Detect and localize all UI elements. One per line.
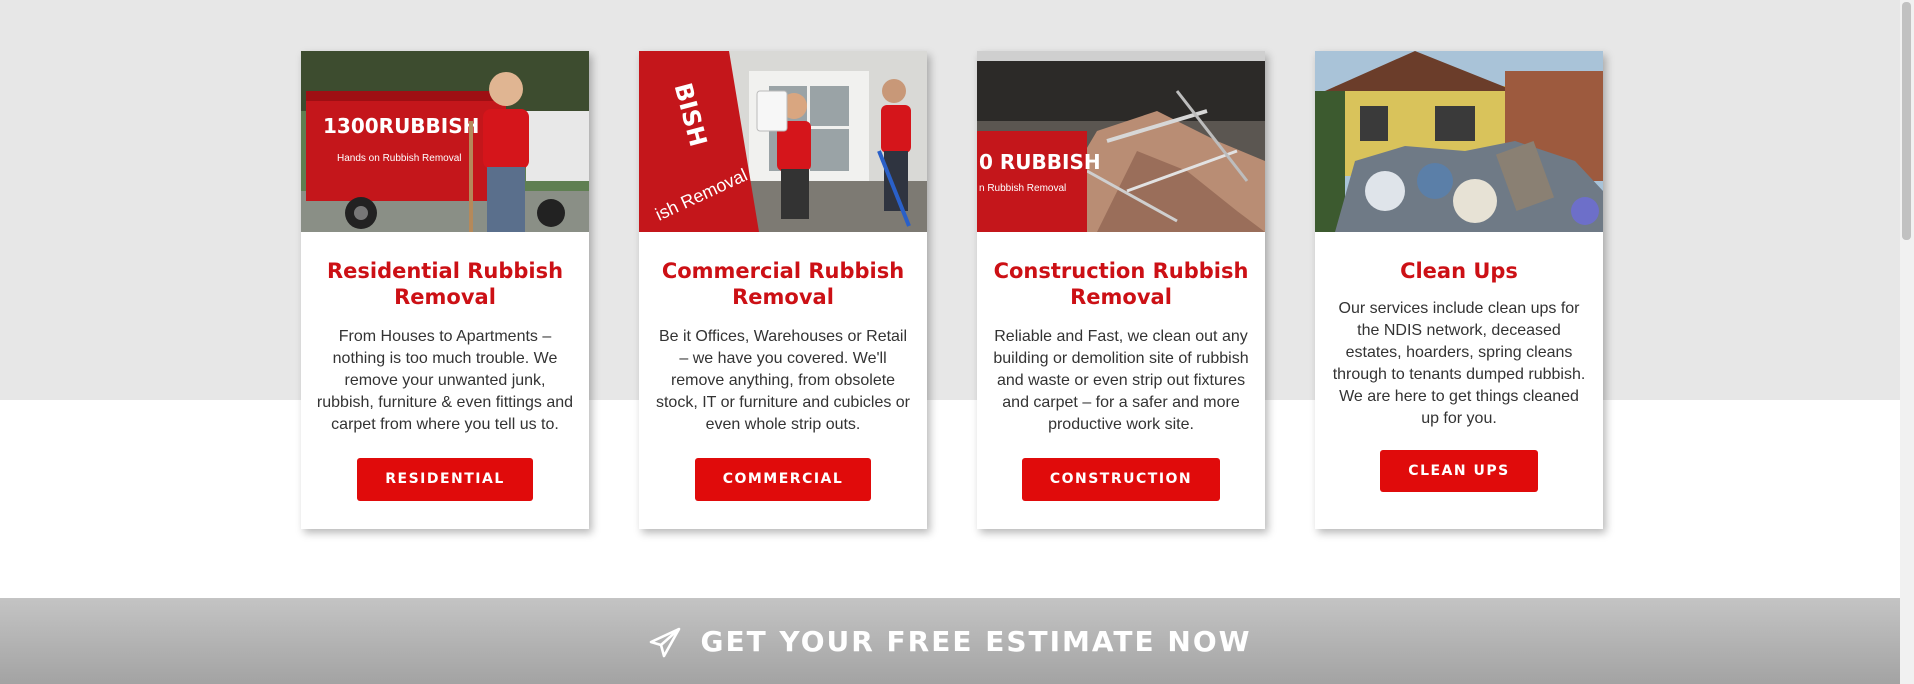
construction-description: Reliable and Fast, we clean out any buil… [993,328,1249,433]
scrollbar-thumb[interactable] [1902,2,1911,240]
clean-ups-title: Clean Ups [1400,259,1518,283]
white-background-band [0,400,1900,598]
services-section: 1300RUBBISH Hands on Rubbish Removal Res… [0,0,1914,684]
residential-card: 1300RUBBISH Hands on Rubbish Removal Res… [301,51,589,529]
clean-ups-description: Our services include clean ups for the N… [1332,300,1586,427]
residential-photo: 1300RUBBISH Hands on Rubbish Removal [301,51,589,232]
residential-title: Residential Rubbish Removal [326,259,564,309]
vertical-scrollbar[interactable] [1900,0,1914,684]
construction-logo: 0 RUBBISH [979,150,1101,174]
clean-ups-photo [1315,51,1603,232]
free-estimate-label: GET YOUR FREE ESTIMATE NOW [700,624,1252,658]
residential-tagline: Hands on Rubbish Removal [337,153,462,164]
clean-ups-card: Clean Ups Our services include clean ups… [1315,51,1603,529]
residential-logo: 1300RUBBISH [323,114,479,138]
gray-background-band [0,0,1900,400]
commercial-description: Be it Offices, Warehouses or Retail – we… [655,328,911,433]
construction-button[interactable]: CONSTRUCTION [1021,458,1221,501]
paper-plane-icon [650,627,681,658]
commercial-card: BISH ish Removal Commercial Rubbish Remo… [639,51,927,529]
commercial-button[interactable]: COMMERCIAL [694,458,872,501]
construction-title: Construction Rubbish Removal [993,259,1249,309]
residential-description: From Houses to Apartments – nothing is t… [316,328,574,433]
free-estimate-cta[interactable]: GET YOUR FREE ESTIMATE NOW [0,598,1900,684]
residential-button[interactable]: RESIDENTIAL [357,458,533,501]
clean-ups-button[interactable]: CLEAN UPS [1380,450,1538,492]
commercial-photo: BISH ish Removal [639,51,927,232]
construction-photo: 0 RUBBISH n Rubbish Removal [977,51,1265,232]
commercial-title: Commercial Rubbish Removal [661,259,905,309]
construction-card: 0 RUBBISH n Rubbish Removal Construction… [977,51,1265,529]
construction-tagline: n Rubbish Removal [979,183,1066,194]
